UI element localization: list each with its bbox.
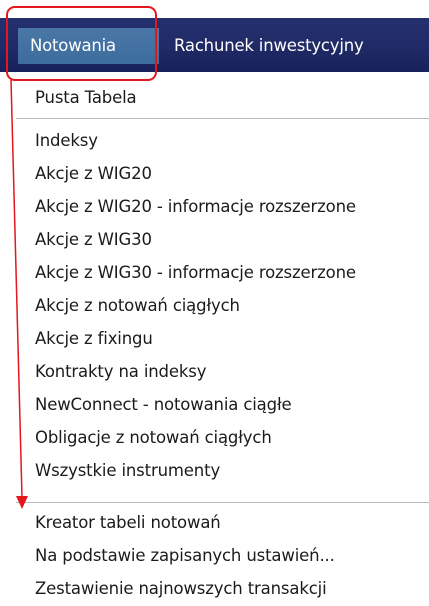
annotation-arrow bbox=[10, 79, 28, 509]
